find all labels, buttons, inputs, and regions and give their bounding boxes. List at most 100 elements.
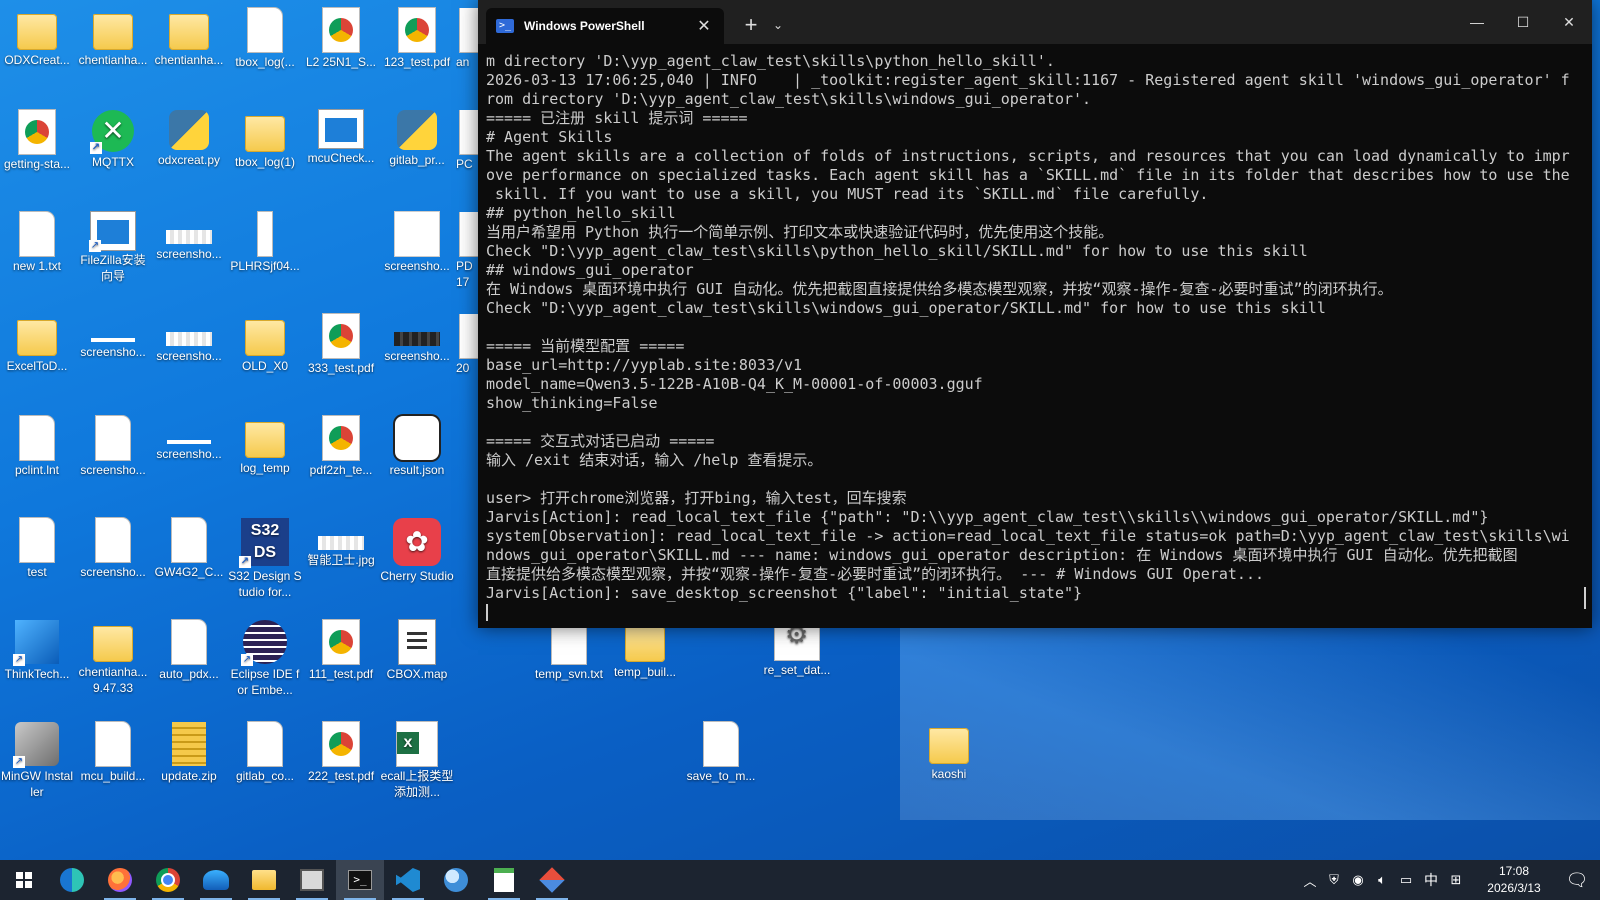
tab-close-icon[interactable]: ✕ [694,16,714,36]
desktop-icon-update-zip[interactable]: update.zip [152,722,226,784]
console-line: ===== 已注册 skill 提示词 ===== [486,109,748,127]
desktop-icon-tbox-log-1[interactable]: tbox_log(1) [228,110,302,170]
desktop-icon-filezilla[interactable]: FileZilla安装向导 [76,212,150,284]
taskbar-vscode[interactable] [384,860,432,900]
desktop-icon-screenshot-7[interactable]: screensho... [380,212,454,274]
desktop-icon-result-json[interactable]: result.json [380,416,454,478]
desktop-icon-thinktech[interactable]: ThinkTech... [0,620,74,682]
taskbar-firefox[interactable] [96,860,144,900]
desktop-icon-pclint[interactable]: pclint.lnt [0,416,74,478]
console-scrollbar[interactable] [1584,587,1586,609]
tab-windows-powershell[interactable]: >_ Windows PowerShell ✕ [486,8,724,44]
desktop-icon-temp-buil[interactable]: temp_buil... [608,620,682,680]
desktop-icon-temp-svn[interactable]: temp_svn.txt [532,620,606,682]
desktop-icon-new-txt[interactable]: new 1.txt [0,212,74,274]
desktop-icon-odxcreat-py[interactable]: odxcreat.py [152,110,226,168]
close-button[interactable]: ✕ [1546,0,1592,44]
ime-indicator[interactable]: 中 [1418,870,1444,890]
desktop-icon-20[interactable]: 20 [456,314,478,376]
desktop-icon-mcu-build[interactable]: mcu_build... [76,722,150,784]
desktop-icon-getting-started[interactable]: getting-sta... [0,110,74,172]
desktop-icon-screenshot-5[interactable]: screensho... [152,314,226,364]
desktop-icon-gitlab-co[interactable]: gitlab_co... [228,722,302,784]
console-prompt-line[interactable] [486,603,1576,622]
desktop-icon-tbox-log[interactable]: tbox_log(... [228,8,302,70]
desktop-icon-chentianha-3[interactable]: chentianha... [152,8,226,68]
taskbar-terminal[interactable]: >_ [336,860,384,900]
taskbar-git[interactable] [528,860,576,900]
keyboard-grid-icon[interactable]: ⊞ [1444,872,1468,888]
desktop-icon-mqttx[interactable]: ✕MQTTX [76,110,150,170]
taskbar-wave-app[interactable] [192,860,240,900]
desktop-icon-auto-pdx[interactable]: auto_pdx... [152,620,226,682]
desktop-icon-old-x0[interactable]: OLD_X0 [228,314,302,374]
taskbar-edge[interactable] [48,860,96,900]
desktop-icon-cherry-studio[interactable]: ✿ Cherry Studio [380,518,454,584]
chrome-tray-icon[interactable]: ◉ [1346,872,1370,888]
desktop-icon-screenshot-2[interactable]: screensho... [76,416,150,478]
desktop-icon-gw4g2[interactable]: GW4G2_C... [152,518,226,580]
desktop-icon-an[interactable]: an [456,8,478,70]
taskbar-file-explorer[interactable] [240,860,288,900]
desktop-icon-gitlab-pr[interactable]: gitlab_pr... [380,110,454,168]
taskbar-snipping-tool[interactable] [288,860,336,900]
taskbar: >_ ︿ ⛨ ◉ 🔈︎ ▭ 中 ⊞ 17:08 2026/3/13 🗨︎ [0,860,1600,900]
desktop-icon-label: PLHRSjf04... [230,259,300,273]
powershell-window[interactable]: >_ Windows PowerShell ✕ + ⌄ — ☐ ✕ m dire… [478,0,1592,628]
taskbar-notepad[interactable] [480,860,528,900]
desktop-icon-chentianha[interactable]: chentianha... [76,8,150,68]
desktop-icon-ecall[interactable]: ecall上报类型添加测... [380,722,454,800]
minimize-button[interactable]: — [1454,0,1500,44]
console-line: ## python_hello_skill [486,204,676,222]
desktop-icon-l2-25n1[interactable]: L2 25N1_S... [304,8,378,70]
desktop-icon-screenshot-8[interactable]: screensho... [380,314,454,364]
desktop-icon-odxcreat[interactable]: ODXCreat... [0,8,74,68]
desktop-icon-exceltod[interactable]: ExcelToD... [0,314,74,374]
desktop-icon-123-test[interactable]: 123_test.pdf [380,8,454,70]
desktop-icon-log-temp[interactable]: log_temp [228,416,302,476]
clock[interactable]: 17:08 2026/3/13 [1474,863,1554,897]
console-line: ove performance on specialized tasks. Ea… [486,166,1570,184]
taskbar-chrome[interactable] [144,860,192,900]
file-icon [20,518,54,562]
window-titlebar[interactable]: >_ Windows PowerShell ✕ + ⌄ — ☐ ✕ [478,0,1592,44]
desktop-icon-pc[interactable]: PC [456,110,478,172]
desktop-icon-save-to-m[interactable]: save_to_m... [684,722,758,784]
desktop-icon-screenshot-4[interactable]: screensho... [152,212,226,262]
desktop-icon-333-test[interactable]: 333_test.pdf [304,314,378,376]
desktop-icon-cbox-map[interactable]: CBOX.map [380,620,454,682]
network-icon[interactable]: ▭ [1394,872,1418,888]
console-output[interactable]: m directory 'D:\yyp_agent_claw_test\skil… [486,52,1576,622]
network-security-icon[interactable]: ⛨ [1322,872,1346,888]
desktop-icon-zhinengweishi[interactable]: 智能卫士.jpg [304,518,378,568]
desktop-icon-222-test[interactable]: 222_test.pdf [304,722,378,784]
desktop-icon-test[interactable]: test [0,518,74,580]
desktop-icon-screenshot-3[interactable]: screensho... [76,518,150,580]
desktop-icon-s32ds[interactable]: S32DSS32 Design Studio for... [228,518,302,600]
volume-icon[interactable]: 🔈︎ [1370,872,1394,888]
desktop-icon-pdf2zh[interactable]: pdf2zh_te... [304,416,378,478]
start-button[interactable] [0,860,48,900]
desktop-icon-eclipse[interactable]: Eclipse IDE for Embe... [228,620,302,698]
console-line: 当用户希望用 Python 执行一个简单示例、打印文本或快速验证代码时，优先使用… [486,223,1114,241]
desktop-icon-111-test[interactable]: 111_test.pdf [304,620,378,682]
new-tab-button[interactable]: + [738,12,764,38]
clock-date: 2026/3/13 [1487,881,1541,895]
notification-icon[interactable]: 🗨︎ [1554,870,1600,891]
maximize-button[interactable]: ☐ [1500,0,1546,44]
desktop-icon-screenshot-6[interactable]: screensho... [152,416,226,462]
taskbar-browser[interactable] [432,860,480,900]
chevron-down-icon[interactable]: ⌄ [768,18,788,32]
desktop-icon-mcucheck[interactable]: mcuCheck... [304,110,378,166]
desktop-icon-plhrsjf04[interactable]: PLHRSjf04... [228,212,302,274]
desktop-icon-kaoshi[interactable]: kaoshi [912,722,986,782]
desktop-icon-screenshot-1[interactable]: screensho... [76,314,150,360]
desktop-icon-pd[interactable]: PD 17 [456,212,478,290]
desktop-icon-re-set-dat[interactable]: re_set_dat... [760,620,834,678]
desktop-icon-label: 智能卫士.jpg [307,553,375,567]
desktop-icon-mingw[interactable]: MinGW Installer [0,722,74,800]
desktop-icon-chentianha-2[interactable]: chentianha... 9.47.33 [76,620,150,696]
chevron-up-icon[interactable]: ︿ [1298,871,1322,890]
desktop-icon-label: test [27,565,47,579]
